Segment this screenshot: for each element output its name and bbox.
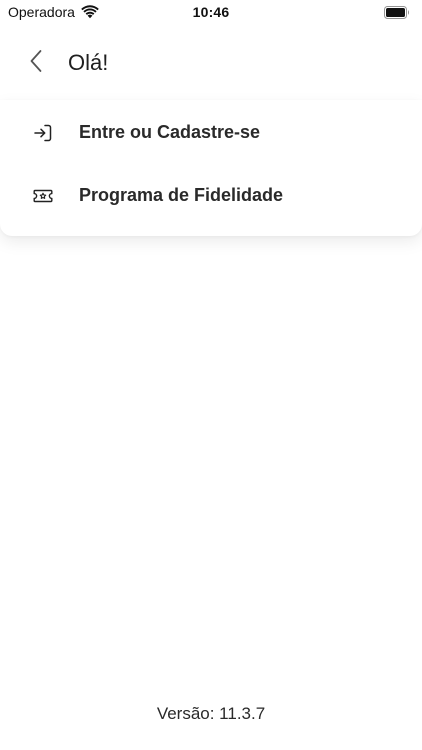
status-left: Operadora (8, 4, 99, 20)
app-screen: Operadora 10:46 Olá! Entre ou Cadastre-s… (0, 0, 422, 750)
header: Olá! (0, 40, 422, 86)
menu-item-login[interactable]: Entre ou Cadastre-se (0, 101, 422, 164)
menu-card: Entre ou Cadastre-se Programa de Fidelid… (0, 100, 422, 236)
battery-icon (384, 5, 410, 19)
status-bar: Operadora 10:46 (0, 0, 422, 24)
chevron-left-icon (29, 49, 43, 78)
back-button[interactable] (24, 49, 48, 77)
loyalty-ticket-icon (32, 185, 54, 207)
carrier-label: Operadora (8, 4, 75, 20)
status-time: 10:46 (192, 4, 230, 20)
wifi-icon (81, 5, 99, 19)
menu-item-loyalty-program[interactable]: Programa de Fidelidade (0, 164, 422, 227)
menu-item-loyalty-program-label: Programa de Fidelidade (79, 185, 284, 205)
page-title: Olá! (68, 50, 109, 75)
login-icon (32, 122, 54, 144)
app-version: Versão: 11.3.7 (156, 704, 266, 723)
menu-item-login-label: Entre ou Cadastre-se (79, 122, 261, 142)
